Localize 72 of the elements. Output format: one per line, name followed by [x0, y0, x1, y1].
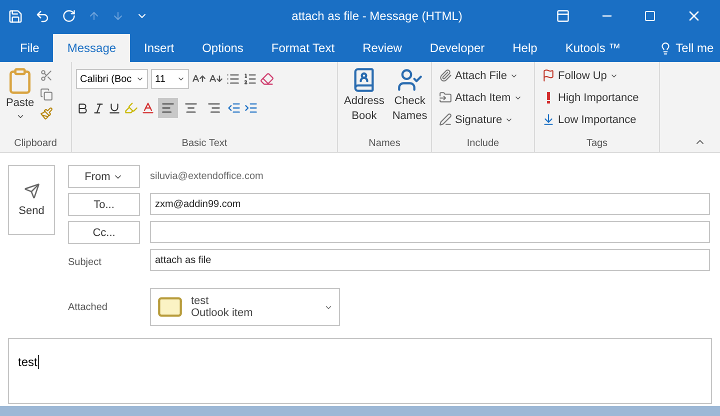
- group-label: Names: [368, 137, 402, 151]
- bold-icon[interactable]: [76, 102, 89, 114]
- send-icon: [24, 183, 40, 199]
- maximize-icon[interactable]: [644, 10, 656, 22]
- ribbon-tab[interactable]: Kutools ™: [551, 34, 635, 62]
- attachment-type: Outlook item: [191, 307, 254, 319]
- align-icon: [207, 101, 221, 115]
- folder-icon: [439, 91, 452, 104]
- lightbulb-icon: [658, 42, 672, 54]
- save-icon[interactable]: [8, 8, 23, 24]
- scissors-icon[interactable]: [40, 69, 54, 82]
- send-button[interactable]: Send: [8, 165, 55, 235]
- include-button[interactable]: Attach Item: [436, 87, 530, 108]
- paste-button[interactable]: Paste: [4, 65, 36, 136]
- person-check-icon: [396, 67, 423, 93]
- tag-button[interactable]: High Importance: [539, 87, 655, 108]
- include-button[interactable]: Signature: [436, 109, 530, 130]
- group-label: Include: [466, 137, 500, 151]
- names-button[interactable]: Address Book: [342, 65, 386, 136]
- caret-icon: [136, 75, 144, 83]
- pen-icon: [439, 113, 452, 126]
- ribbon-display-icon[interactable]: [556, 9, 570, 23]
- tell-me-button[interactable]: Tell me: [652, 34, 720, 62]
- from-address: siluvia@extendoffice.com: [150, 170, 264, 184]
- cc-field[interactable]: [150, 221, 710, 243]
- ribbon-tab[interactable]: Format Text: [257, 34, 349, 62]
- italic-icon[interactable]: [92, 102, 105, 114]
- to-button[interactable]: To...: [68, 193, 140, 216]
- numbering-icon[interactable]: [243, 72, 257, 86]
- font-size-field[interactable]: 11: [151, 69, 189, 89]
- indent-icon[interactable]: [244, 101, 258, 115]
- to-field[interactable]: zxm@addin99.com: [150, 193, 710, 215]
- ribbon-tab[interactable]: Review: [348, 34, 416, 62]
- ribbon-tab[interactable]: File: [6, 34, 54, 62]
- font-name-field[interactable]: Calibri (Boc: [76, 69, 148, 89]
- attached-label: Attached: [68, 300, 108, 314]
- attachment-name: test: [191, 295, 210, 307]
- ribbon-tab[interactable]: Insert: [130, 34, 188, 62]
- arrow-down-icon: [542, 113, 555, 126]
- names-button[interactable]: Check Names: [390, 65, 430, 136]
- message-body[interactable]: test: [8, 338, 712, 404]
- eraser-icon[interactable]: [260, 72, 274, 86]
- ribbon-tab[interactable]: Message: [53, 34, 130, 62]
- subject-label: Subject: [68, 256, 102, 270]
- copy-icon[interactable]: [40, 88, 54, 101]
- group-label: Basic Text: [180, 137, 228, 151]
- align-icon: [161, 101, 175, 115]
- subject-field[interactable]: attach as file: [150, 249, 710, 271]
- ribbon-tab[interactable]: Help: [498, 34, 552, 62]
- window-title: attach as file - Message (HTML): [290, 9, 464, 23]
- from-button[interactable]: From: [68, 165, 140, 188]
- tag-button[interactable]: Follow Up: [539, 65, 655, 86]
- caret-icon: [177, 75, 185, 83]
- outdent-icon[interactable]: [227, 101, 241, 115]
- paintbrush-icon[interactable]: [40, 107, 54, 120]
- align-icon: [184, 101, 198, 115]
- ribbon-tab[interactable]: Options: [188, 34, 258, 62]
- redo-icon[interactable]: [62, 9, 76, 23]
- attachment-card[interactable]: test Outlook item: [150, 288, 340, 326]
- undo-icon[interactable]: [35, 8, 50, 24]
- font-color-icon[interactable]: [141, 101, 155, 115]
- align-button[interactable]: [158, 98, 178, 118]
- paperclip-icon: [439, 69, 452, 82]
- group-label: Tags: [585, 137, 609, 151]
- group-label: Clipboard: [13, 137, 58, 151]
- tag-button[interactable]: Low Importance: [539, 109, 655, 130]
- include-button[interactable]: Attach File: [436, 65, 530, 86]
- underline-icon[interactable]: [108, 102, 121, 114]
- bullets-icon[interactable]: [226, 72, 240, 86]
- cc-button[interactable]: Cc...: [68, 221, 140, 244]
- flag-icon: [542, 69, 555, 82]
- ribbon-tab[interactable]: Developer: [416, 34, 499, 62]
